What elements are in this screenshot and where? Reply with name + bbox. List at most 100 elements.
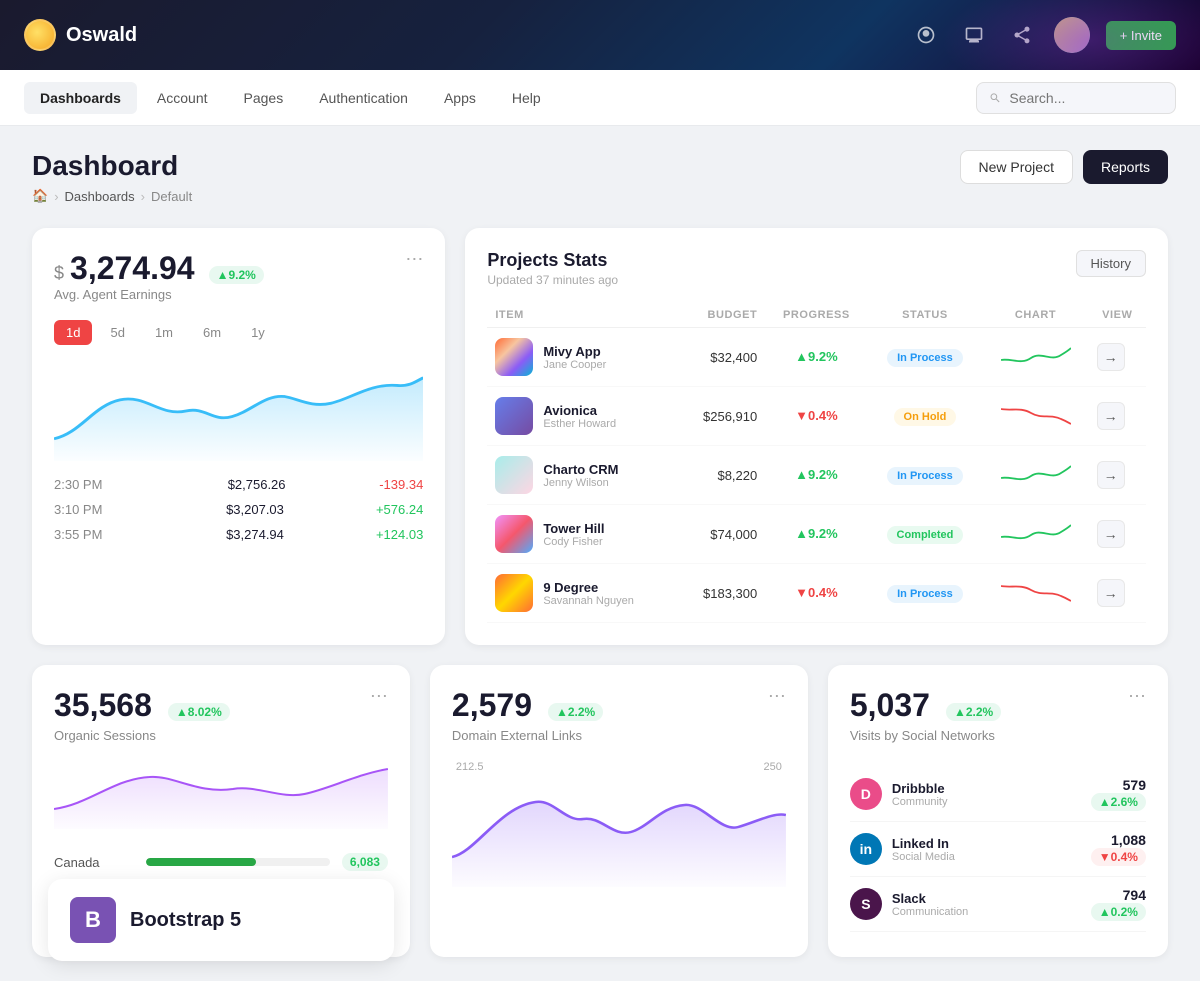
project-status-1: On Hold bbox=[868, 387, 983, 446]
social-details-1: Linked In Social Media bbox=[892, 836, 955, 863]
topbar-share-icon[interactable] bbox=[1006, 19, 1038, 51]
domain-more-button[interactable]: ⋯ bbox=[768, 687, 786, 705]
project-thumb-2 bbox=[495, 456, 533, 494]
domain-chart bbox=[452, 777, 786, 897]
invite-button[interactable]: + Invite bbox=[1106, 21, 1176, 50]
search-input[interactable] bbox=[1009, 90, 1163, 106]
status-badge-2: In Process bbox=[887, 467, 963, 485]
project-progress-3: ▲9.2% bbox=[765, 505, 867, 564]
table-row: 9 Degree Savannah Nguyen $183,300 ▼0.4% … bbox=[487, 564, 1146, 623]
project-view-btn-4[interactable]: → bbox=[1097, 579, 1125, 607]
nav-item-account[interactable]: Account bbox=[141, 82, 224, 114]
topbar: Oswald + Invite bbox=[0, 0, 1200, 70]
table-row: Charto CRM Jenny Wilson $8,220 ▲9.2% In … bbox=[487, 446, 1146, 505]
nav-item-apps[interactable]: Apps bbox=[428, 82, 492, 114]
projects-table: ITEM BUDGET PROGRESS STATUS CHART VIEW M… bbox=[487, 303, 1146, 623]
project-thumb-1 bbox=[495, 397, 533, 435]
status-badge-1: On Hold bbox=[894, 408, 957, 426]
breadcrumb-sep1: › bbox=[54, 189, 58, 204]
col-chart: CHART bbox=[982, 303, 1088, 328]
nav-item-help[interactable]: Help bbox=[496, 82, 557, 114]
breadcrumb: 🏠 › Dashboards › Default bbox=[32, 188, 192, 204]
project-name-3: Tower Hill bbox=[543, 521, 604, 536]
reports-button[interactable]: Reports bbox=[1083, 150, 1168, 184]
table-row: Avionica Esther Howard $256,910 ▼0.4% On… bbox=[487, 387, 1146, 446]
country-val-0: 6,083 bbox=[342, 853, 388, 871]
table-row: Mivy App Jane Cooper $32,400 ▲9.2% In Pr… bbox=[487, 328, 1146, 387]
time-btn-6m[interactable]: 6m bbox=[191, 320, 233, 345]
projects-updated: Updated 37 minutes ago bbox=[487, 273, 618, 287]
nav-item-pages[interactable]: Pages bbox=[228, 82, 300, 114]
er-change-3: +124.03 bbox=[376, 527, 423, 542]
earnings-chart bbox=[54, 361, 423, 461]
project-info-4: 9 Degree Savannah Nguyen bbox=[543, 580, 634, 607]
project-view-btn-1[interactable]: → bbox=[1097, 402, 1125, 430]
topbar-right: + Invite bbox=[910, 17, 1176, 53]
social-rows: D Dribbble Community 579 ▲2.6% in Linked… bbox=[850, 767, 1146, 932]
social-more-button[interactable]: ⋯ bbox=[1128, 687, 1146, 705]
topbar-camera-icon[interactable] bbox=[910, 19, 942, 51]
earnings-row-3: 3:55 PM $3,274.94 +124.03 bbox=[54, 527, 423, 542]
project-item-0: Mivy App Jane Cooper bbox=[487, 328, 678, 387]
app-title: Oswald bbox=[66, 24, 137, 47]
logo-icon bbox=[24, 19, 56, 51]
project-budget-1: $256,910 bbox=[678, 387, 765, 446]
status-badge-0: In Process bbox=[887, 349, 963, 367]
project-view-btn-3[interactable]: → bbox=[1097, 520, 1125, 548]
new-project-button[interactable]: New Project bbox=[960, 150, 1073, 184]
avatar[interactable] bbox=[1054, 17, 1090, 53]
earnings-dollar: $ bbox=[54, 263, 64, 284]
bootstrap-text: Bootstrap 5 bbox=[130, 909, 241, 932]
earnings-label: Avg. Agent Earnings bbox=[54, 287, 264, 302]
time-btn-1d[interactable]: 1d bbox=[54, 320, 92, 345]
breadcrumb-default: Default bbox=[151, 189, 192, 204]
social-name-1: Linked In bbox=[892, 836, 955, 851]
earnings-more-button[interactable]: ⋯ bbox=[405, 250, 423, 268]
bottom-grid: 35,568 ▲8.02% Organic Sessions ⋯ bbox=[32, 665, 1168, 957]
projects-title-area: Projects Stats Updated 37 minutes ago bbox=[487, 250, 618, 287]
content-wrapper: Dashboard 🏠 › Dashboards › Default New P… bbox=[0, 126, 1200, 981]
social-right-2: 794 ▲0.2% bbox=[1083, 887, 1146, 921]
er-amount-1: $2,756.26 bbox=[228, 477, 286, 492]
social-count-0: 579 bbox=[1083, 777, 1146, 793]
header-actions: New Project Reports bbox=[960, 150, 1169, 184]
project-info-1: Avionica Esther Howard bbox=[543, 403, 616, 430]
project-view-btn-2[interactable]: → bbox=[1097, 461, 1125, 489]
project-chart-1 bbox=[982, 387, 1088, 446]
projects-title: Projects Stats bbox=[487, 250, 618, 271]
nav-item-authentication[interactable]: Authentication bbox=[303, 82, 424, 114]
time-btn-1y[interactable]: 1y bbox=[239, 320, 277, 345]
time-btn-1m[interactable]: 1m bbox=[143, 320, 185, 345]
sessions-more-button[interactable]: ⋯ bbox=[370, 687, 388, 705]
project-status-3: Completed bbox=[868, 505, 983, 564]
topbar-monitor-icon[interactable] bbox=[958, 19, 990, 51]
er-time-2: 3:10 PM bbox=[54, 502, 134, 517]
domain-value: 2,579 bbox=[452, 687, 532, 724]
social-count-1: 1,088 bbox=[1083, 832, 1146, 848]
project-thumb-0 bbox=[495, 338, 533, 376]
history-button[interactable]: History bbox=[1076, 250, 1146, 277]
country-row: Canada 6,083 bbox=[54, 853, 388, 871]
project-item-2: Charto CRM Jenny Wilson bbox=[487, 446, 678, 505]
er-time-1: 2:30 PM bbox=[54, 477, 134, 492]
earnings-row-2: 3:10 PM $3,207.03 +576.24 bbox=[54, 502, 423, 517]
project-item-1: Avionica Esther Howard bbox=[487, 387, 678, 446]
nav-item-dashboards[interactable]: Dashboards bbox=[24, 82, 137, 114]
project-name-4: 9 Degree bbox=[543, 580, 634, 595]
social-details-2: Slack Communication bbox=[892, 891, 968, 918]
country-bar-0 bbox=[146, 858, 256, 866]
domain-badge: ▲2.2% bbox=[548, 703, 603, 721]
time-btn-5d[interactable]: 5d bbox=[98, 320, 136, 345]
project-name-0: Mivy App bbox=[543, 344, 606, 359]
social-type-0: Community bbox=[892, 796, 948, 808]
earnings-value-wrap: $ 3,274.94 ▲9.2% Avg. Agent Earnings bbox=[54, 250, 264, 316]
project-owner-2: Jenny Wilson bbox=[543, 477, 618, 489]
breadcrumb-dashboards[interactable]: Dashboards bbox=[65, 189, 135, 204]
project-view-4: → bbox=[1089, 564, 1146, 623]
project-chart-2 bbox=[982, 446, 1088, 505]
nav-items: Dashboards Account Pages Authentication … bbox=[24, 82, 557, 114]
domain-chart-label-low: 250 bbox=[764, 761, 782, 773]
project-view-btn-0[interactable]: → bbox=[1097, 343, 1125, 371]
project-item-3: Tower Hill Cody Fisher bbox=[487, 505, 678, 564]
project-owner-1: Esther Howard bbox=[543, 418, 616, 430]
